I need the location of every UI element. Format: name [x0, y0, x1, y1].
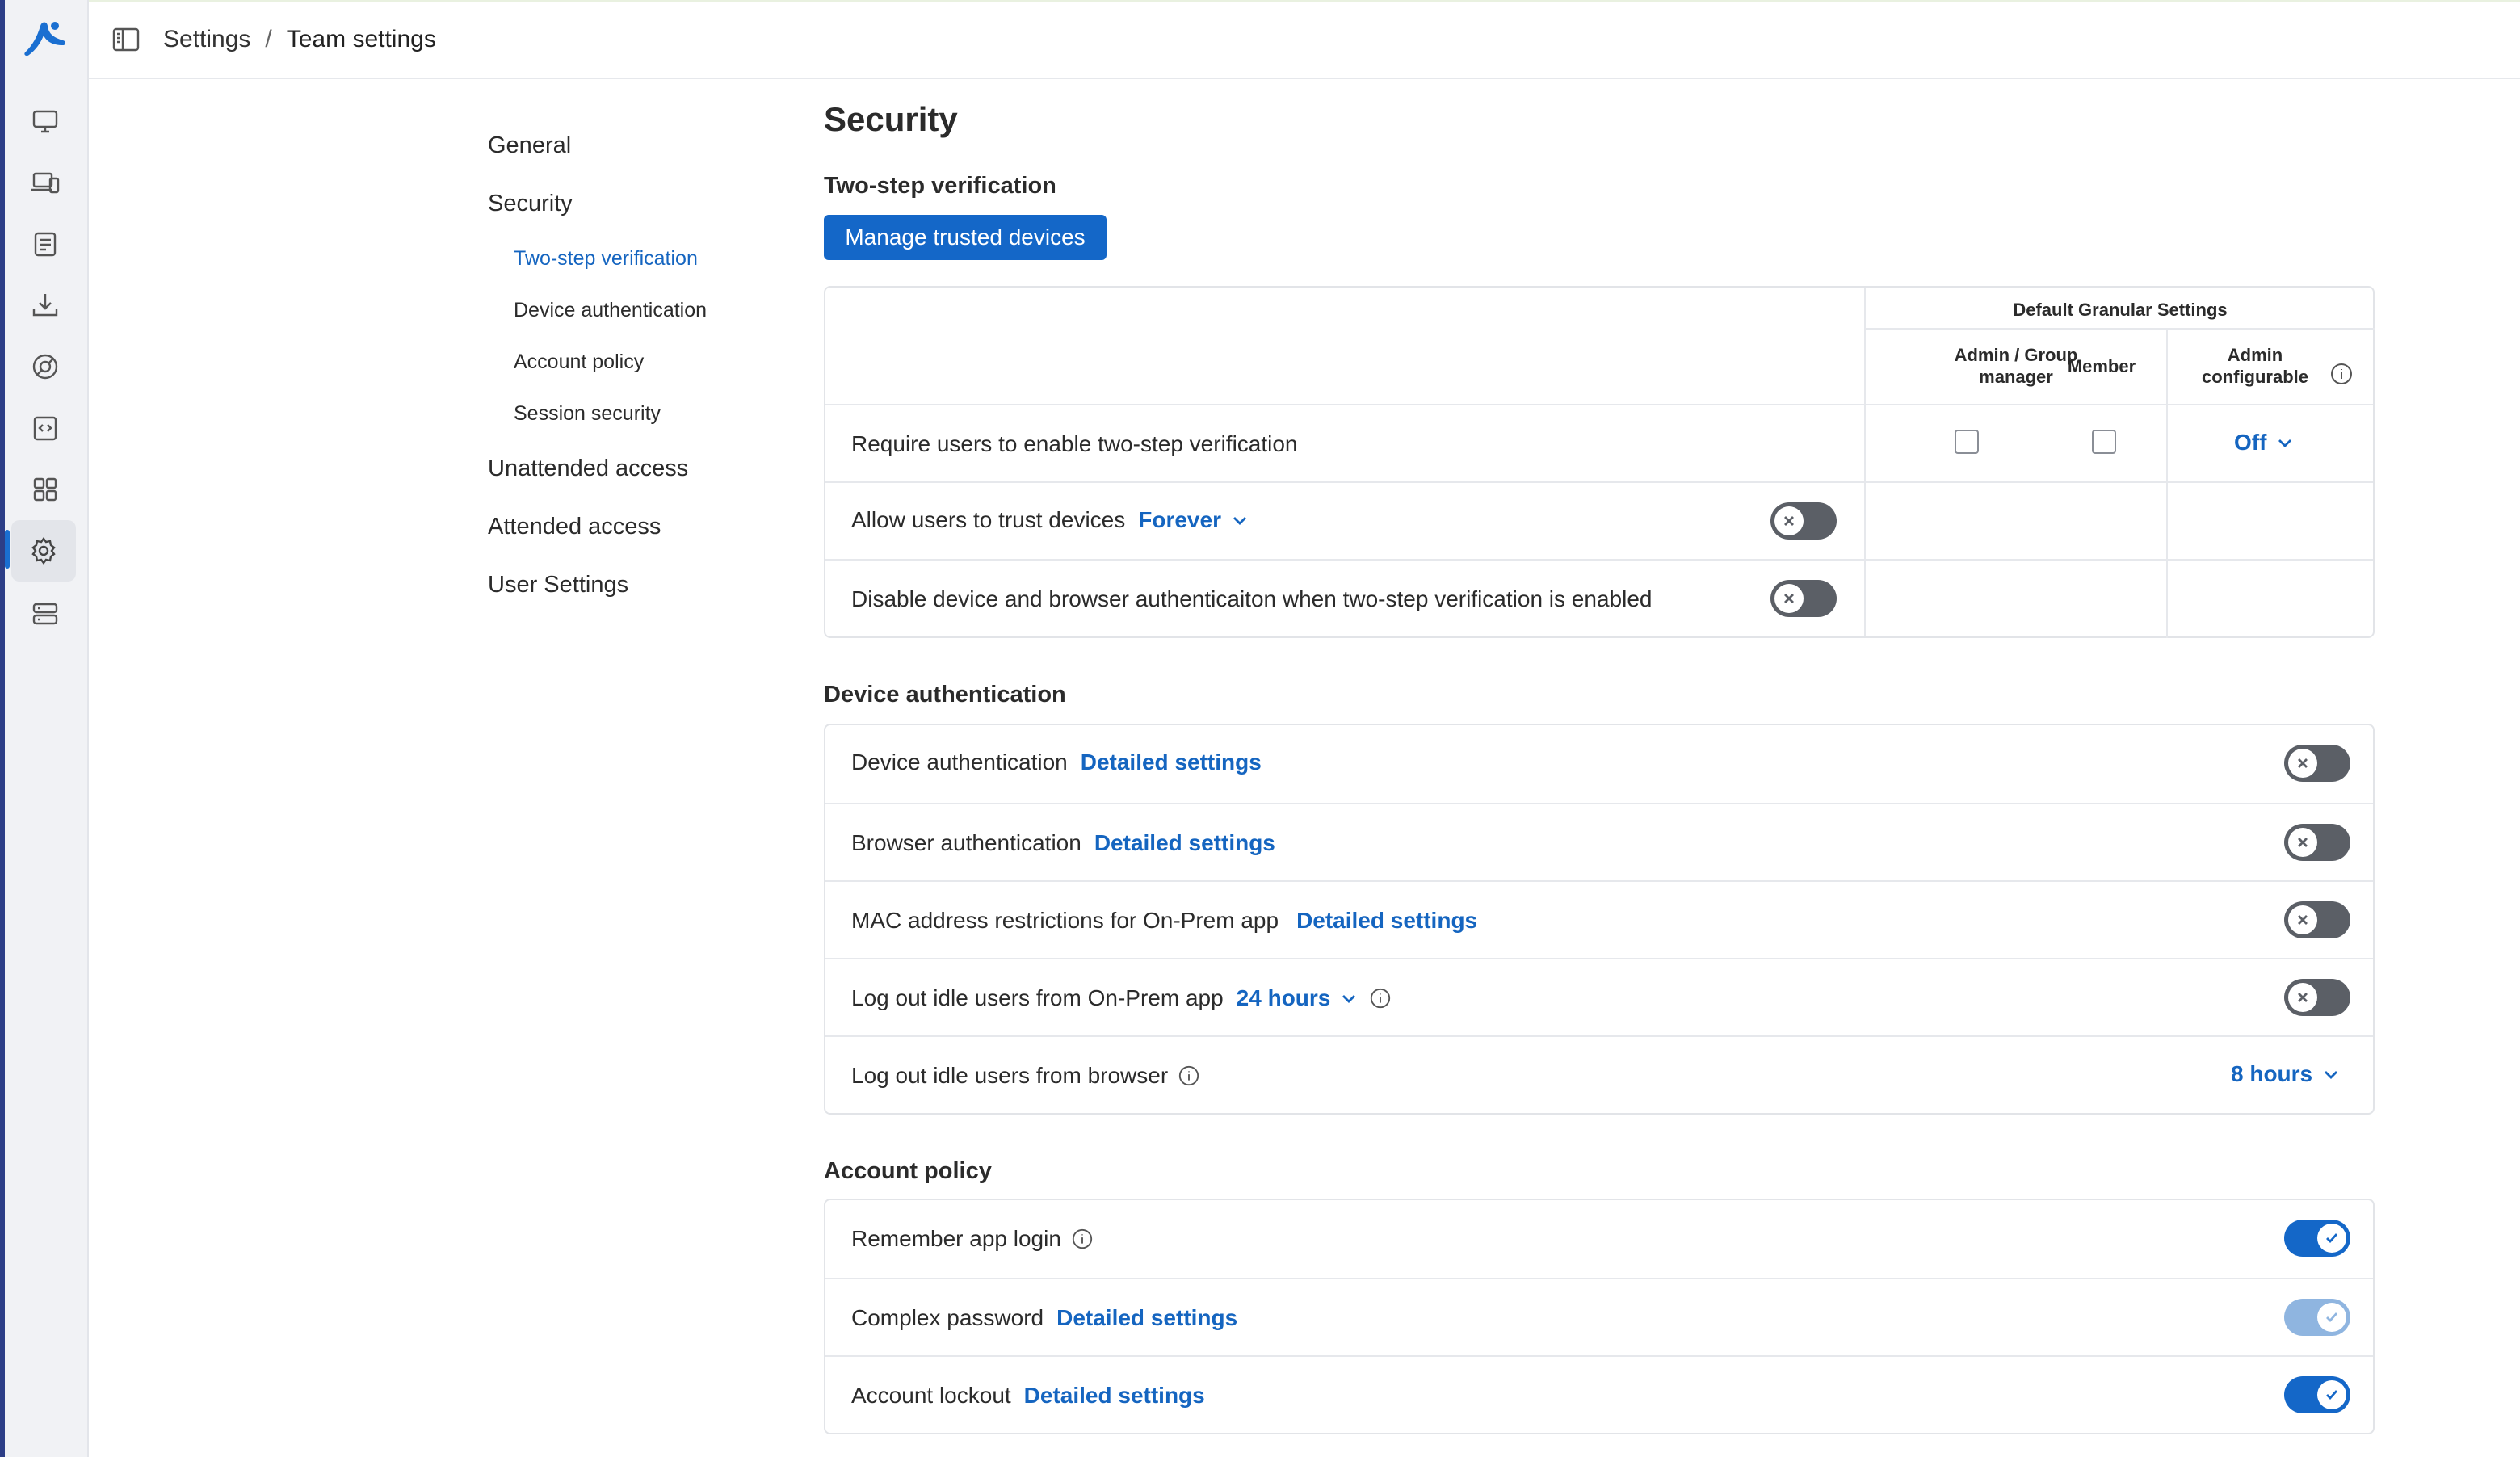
- rail-monitor-icon[interactable]: [24, 100, 66, 142]
- idle-browser-label: Log out idle users from browser: [851, 1063, 1200, 1089]
- account-lockout-label: Account lockout Detailed settings: [851, 1383, 1205, 1409]
- trust-duration-dropdown[interactable]: Forever: [1138, 507, 1250, 533]
- row-disable-auth: Disable device and browser authenticaito…: [825, 559, 2373, 638]
- nav-device-authentication[interactable]: Device authentication: [514, 299, 707, 322]
- nav-session-security[interactable]: Session security: [514, 402, 661, 426]
- row-trust-devices: Allow users to trust devices Forever: [825, 481, 2373, 559]
- check-icon: [2326, 1233, 2338, 1244]
- row-idle-browser: Log out idle users from browser 8 hours: [825, 1035, 2373, 1115]
- device-auth-heading: Device authentication: [824, 682, 1066, 708]
- complex-password-label: Complex password Detailed settings: [851, 1305, 1238, 1331]
- account-lockout-detailed-settings-link[interactable]: Detailed settings: [1024, 1383, 1205, 1409]
- idle-onprem-duration-dropdown[interactable]: 24 hours: [1237, 985, 1360, 1011]
- browser-authentication-label: Browser authentication Detailed settings: [851, 830, 1275, 856]
- nav-security[interactable]: Security: [488, 191, 573, 217]
- account-lockout-toggle[interactable]: [2284, 1376, 2350, 1413]
- idle-onprem-label: Log out idle users from On-Prem app 24 h…: [851, 985, 1392, 1011]
- rail-devices-icon[interactable]: [24, 162, 66, 204]
- mac-restrictions-label: MAC address restrictions for On-Prem app…: [851, 908, 1478, 934]
- remember-app-login-label: Remember app login: [851, 1226, 1094, 1252]
- chevron-down-icon: [2325, 1071, 2338, 1079]
- left-rail: [0, 0, 89, 1457]
- row-col-divider: [2166, 561, 2168, 638]
- x-icon: [1784, 516, 1794, 526]
- nav-user-settings[interactable]: User Settings: [488, 572, 628, 598]
- chevron-down-icon: [1342, 995, 1356, 1003]
- mac-detailed-settings-link[interactable]: Detailed settings: [1296, 908, 1477, 934]
- granular-settings-header: Default Granular Settings: [2013, 300, 2228, 320]
- top-bar: Settings / Team settings: [89, 0, 2520, 79]
- device-authentication-label: Device authentication Detailed settings: [851, 749, 1262, 775]
- remember-app-login-toggle[interactable]: [2284, 1220, 2350, 1257]
- col-member: Member: [2067, 356, 2136, 376]
- granular-header-divider: [1866, 328, 2375, 330]
- info-icon[interactable]: [1369, 987, 1392, 1010]
- admin-configurable-dropdown[interactable]: Off: [2234, 430, 2295, 456]
- disable-auth-label: Disable device and browser authenticaito…: [851, 586, 1653, 611]
- info-icon[interactable]: [1178, 1064, 1200, 1087]
- browser-auth-detailed-settings-link[interactable]: Detailed settings: [1094, 830, 1275, 856]
- nav-general[interactable]: General: [488, 132, 571, 159]
- col-admin-configurable: Admin configurable: [2201, 345, 2308, 387]
- account-policy-card: Remember app login Complex password Deta…: [824, 1199, 2375, 1434]
- admin-configurable-info-icon[interactable]: [2329, 362, 2354, 386]
- breadcrumb-separator: /: [265, 26, 272, 52]
- breadcrumb-settings[interactable]: Settings: [163, 26, 250, 53]
- manage-trusted-devices-button[interactable]: Manage trusted devices: [824, 215, 1107, 260]
- breadcrumb-current: Team settings: [286, 26, 436, 52]
- row-account-lockout: Account lockout Detailed settings: [825, 1355, 2373, 1434]
- complex-password-detailed-settings-link[interactable]: Detailed settings: [1056, 1305, 1237, 1331]
- device-authentication-toggle[interactable]: [2284, 745, 2350, 782]
- row-col-divider: [2166, 483, 2168, 559]
- nav-unattended-access[interactable]: Unattended access: [488, 456, 688, 482]
- row-browser-authentication: Browser authentication Detailed settings: [825, 803, 2373, 880]
- rail-apps-icon[interactable]: [24, 468, 66, 510]
- row-mac-address-restrictions: MAC address restrictions for On-Prem app…: [825, 880, 2373, 958]
- info-icon[interactable]: [1071, 1228, 1094, 1250]
- rail-support-icon[interactable]: [24, 346, 66, 388]
- device-auth-detailed-settings-link[interactable]: Detailed settings: [1081, 749, 1262, 775]
- rail-document-icon[interactable]: [24, 223, 66, 265]
- rail-server-icon[interactable]: [24, 593, 66, 635]
- chevron-down-icon: [1233, 517, 1246, 525]
- complex-password-toggle[interactable]: [2284, 1299, 2350, 1336]
- nav-two-step-verification[interactable]: Two-step verification: [514, 247, 698, 271]
- x-icon: [1784, 594, 1794, 603]
- rail-settings-icon[interactable]: [11, 520, 76, 582]
- rail-active-indicator: [5, 530, 10, 569]
- mac-restrictions-toggle[interactable]: [2284, 901, 2350, 938]
- sidebar-toggle-icon[interactable]: [110, 23, 142, 56]
- chevron-down-icon: [2278, 439, 2292, 447]
- x-icon: [2298, 993, 2308, 1002]
- two-step-card: Default Granular Settings Admin / Group …: [824, 286, 2375, 638]
- idle-browser-duration-dropdown[interactable]: 8 hours: [2231, 1061, 2342, 1087]
- nav-attended-access[interactable]: Attended access: [488, 514, 661, 540]
- nav-account-policy[interactable]: Account policy: [514, 351, 644, 374]
- splashtop-logo-icon[interactable]: [21, 16, 69, 61]
- browser-authentication-toggle[interactable]: [2284, 824, 2350, 861]
- account-policy-heading: Account policy: [824, 1158, 992, 1184]
- row-device-authentication: Device authentication Detailed settings: [825, 725, 2373, 803]
- x-icon: [2298, 758, 2308, 768]
- rail-download-icon[interactable]: [24, 284, 66, 326]
- check-icon: [2326, 1312, 2338, 1323]
- x-icon: [2298, 915, 2308, 925]
- x-icon: [2298, 838, 2308, 847]
- row-require-two-step: Require users to enable two-step verific…: [825, 404, 2373, 481]
- trust-devices-toggle[interactable]: [1770, 502, 1837, 540]
- row-idle-onprem: Log out idle users from On-Prem app 24 h…: [825, 958, 2373, 1035]
- disable-auth-toggle[interactable]: [1770, 580, 1837, 617]
- admin-group-manager-checkbox[interactable]: [1955, 430, 1979, 454]
- row-remember-app-login: Remember app login: [825, 1200, 2373, 1278]
- two-step-heading: Two-step verification: [824, 173, 1056, 199]
- row-complex-password: Complex password Detailed settings: [825, 1278, 2373, 1355]
- trust-devices-label: Allow users to trust devices Forever: [851, 507, 1250, 533]
- check-icon: [2326, 1390, 2338, 1400]
- rail-log-icon[interactable]: [24, 407, 66, 449]
- page-title: Security: [824, 100, 958, 138]
- require-two-step-label: Require users to enable two-step verific…: [851, 431, 1298, 456]
- idle-onprem-toggle[interactable]: [2284, 979, 2350, 1016]
- device-auth-card: Device authentication Detailed settings …: [824, 724, 2375, 1115]
- member-checkbox[interactable]: [2092, 430, 2116, 454]
